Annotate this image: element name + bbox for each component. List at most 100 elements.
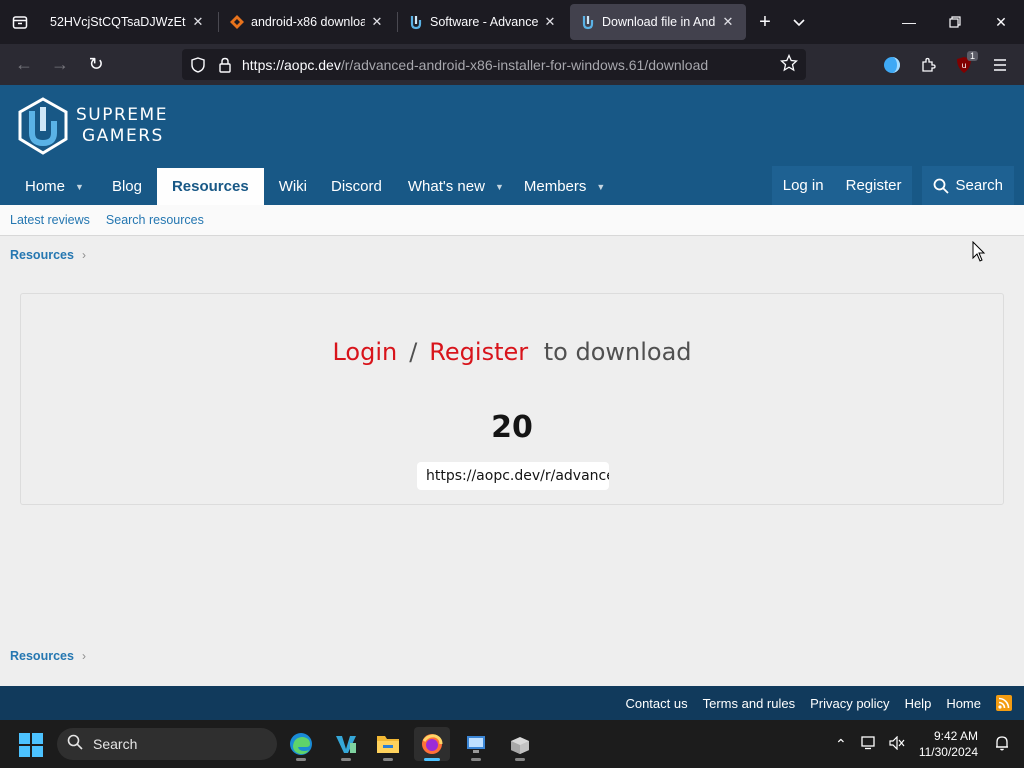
search-button[interactable]: Search xyxy=(922,166,1014,205)
system-clock[interactable]: 9:42 AM 11/30/2024 xyxy=(919,728,978,760)
system-tray: ⌃ 9:42 AM 11/30/2024 xyxy=(827,720,1024,768)
caret-down-icon[interactable]: ▼ xyxy=(596,182,605,192)
nav-discord[interactable]: Discord xyxy=(317,168,392,205)
remote-desktop-icon[interactable] xyxy=(458,727,494,761)
download-link-field[interactable]: https://aopc.dev/r/advanced-android-x86-… xyxy=(417,462,609,490)
caret-down-icon[interactable]: ▼ xyxy=(495,182,504,192)
close-icon[interactable]: ✕ xyxy=(720,14,736,30)
browser-tab-2[interactable]: android-x86 download ✕ xyxy=(219,4,395,40)
tray-display-icon[interactable] xyxy=(855,735,883,753)
footer-terms-link[interactable]: Terms and rules xyxy=(703,696,795,711)
breadcrumb: Resources › xyxy=(10,248,86,262)
search-group[interactable]: Search xyxy=(922,166,1014,205)
search-resources-link[interactable]: Search resources xyxy=(106,213,204,227)
tab-list-chevron-icon[interactable] xyxy=(782,0,816,44)
browser-tab-4-active[interactable]: Download file in Andro ✕ xyxy=(570,4,746,40)
tab-overview-icon[interactable] xyxy=(0,0,40,44)
app-indicator xyxy=(296,758,306,761)
taskbar-search-label: Search xyxy=(93,736,138,752)
nav-home[interactable]: Home ▼ xyxy=(0,168,94,205)
nav-whats-new[interactable]: What's new ▼ xyxy=(392,168,514,205)
new-tab-icon[interactable]: + xyxy=(748,0,782,44)
windows-taskbar: Search ⌃ 9:42 AM 11/30/2024 xyxy=(0,720,1024,768)
url-bar[interactable]: https://aopc.dev/r/advanced-android-x86-… xyxy=(182,49,806,80)
ublock-shield-icon[interactable]: u 1 xyxy=(946,49,982,81)
visual-studio-icon[interactable] xyxy=(328,727,364,761)
site-logo[interactable]: SUPREME GAMERS xyxy=(16,96,186,156)
nav-label: Resources xyxy=(171,178,249,195)
back-arrow-icon[interactable]: ← xyxy=(6,49,42,81)
download-prompt: Login / Register to download xyxy=(21,338,1003,366)
countdown-counter: 20 xyxy=(491,410,533,445)
extensions-puzzle-icon[interactable] xyxy=(910,49,946,81)
minimize-icon[interactable]: — xyxy=(886,0,932,44)
rss-icon[interactable] xyxy=(996,695,1012,711)
account-circle-icon[interactable] xyxy=(874,49,910,81)
nav-wiki[interactable]: Wiki xyxy=(264,168,317,205)
file-explorer-icon[interactable] xyxy=(370,727,406,761)
tab-title: android-x86 download xyxy=(251,15,365,29)
clock-date: 11/30/2024 xyxy=(918,745,978,759)
notification-bell-icon[interactable] xyxy=(988,735,1016,754)
edge-browser-icon[interactable] xyxy=(283,727,319,761)
svg-text:u: u xyxy=(961,61,966,70)
footer-privacy-link[interactable]: Privacy policy xyxy=(810,696,889,711)
footer-home-link[interactable]: Home xyxy=(946,696,981,711)
tracking-shield-icon[interactable] xyxy=(190,56,206,73)
nav-label: Wiki xyxy=(278,178,308,195)
login-to-download-link[interactable]: Login xyxy=(332,338,397,366)
download-block: Login / Register to download 20 https://ao… xyxy=(20,293,1004,505)
nav-label: Members xyxy=(523,178,587,195)
tray-volume-muted-icon[interactable] xyxy=(883,735,911,753)
tray-chevron-up-icon[interactable]: ⌃ xyxy=(827,736,855,753)
supreme-gamers-logo-icon xyxy=(18,97,68,155)
window-controls: — ✕ xyxy=(886,0,1024,44)
nav-label: Home xyxy=(25,178,66,195)
close-icon[interactable]: ✕ xyxy=(369,14,385,30)
register-link[interactable]: Register xyxy=(835,166,913,205)
url-path: /r/advanced-android-x86-installer-for-wi… xyxy=(340,56,709,73)
search-icon xyxy=(934,178,950,194)
account-nav: Log in Register Search xyxy=(762,166,1014,205)
search-label: Search xyxy=(955,177,1003,194)
nav-blog[interactable]: Blog xyxy=(94,168,152,205)
nav-label: What's new xyxy=(407,178,485,195)
latest-reviews-link[interactable]: Latest reviews xyxy=(10,213,90,227)
separator-slash: / xyxy=(409,338,418,366)
nav-label: Blog xyxy=(111,178,142,195)
caret-down-icon[interactable]: ▼ xyxy=(75,182,84,192)
browser-toolbar: ← → ↻ https://aopc.dev/r/advanced-androi… xyxy=(0,44,1024,85)
site-footer: Contact us Terms and rules Privacy polic… xyxy=(0,686,1024,720)
bookmark-star-icon[interactable] xyxy=(779,53,799,77)
mouse-cursor-icon xyxy=(972,240,986,268)
footer-help-link[interactable]: Help xyxy=(905,696,932,711)
lock-icon[interactable] xyxy=(218,57,232,73)
footer-contact-link[interactable]: Contact us xyxy=(625,696,687,711)
taskbar-search[interactable]: Search xyxy=(57,728,277,760)
close-window-icon[interactable]: ✕ xyxy=(978,0,1024,44)
register-to-download-link[interactable]: Register xyxy=(429,338,528,366)
breadcrumb-resources-link[interactable]: Resources xyxy=(10,248,74,262)
close-icon[interactable]: ✕ xyxy=(190,14,206,30)
site-header: SUPREME GAMERS Home ▼ Blog Resources Wiki… xyxy=(0,85,1024,205)
reload-icon[interactable]: ↻ xyxy=(78,49,114,81)
extension-badge: 1 xyxy=(966,50,978,61)
app-indicator xyxy=(341,758,351,761)
login-link[interactable]: Log in xyxy=(772,166,835,205)
download-suffix: to download xyxy=(543,338,692,366)
nav-members[interactable]: Members ▼ xyxy=(514,168,615,205)
installer-box-icon[interactable] xyxy=(502,727,538,761)
tab-bar: 52HVcjStCQTsaDJWzEt946.j ✕ android-x86 d… xyxy=(0,0,1024,44)
tab-title: Download file in Andro xyxy=(602,15,716,29)
browser-tab-3[interactable]: Software - Advanced A ✕ xyxy=(398,4,568,40)
forward-arrow-icon[interactable]: → xyxy=(42,49,78,81)
close-icon[interactable]: ✕ xyxy=(542,14,558,30)
nav-resources[interactable]: Resources xyxy=(156,168,264,205)
tab-title: 52HVcjStCQTsaDJWzEt946.j xyxy=(50,15,186,29)
browser-tab-1[interactable]: 52HVcjStCQTsaDJWzEt946.j ✕ xyxy=(40,4,216,40)
windows-start-icon[interactable] xyxy=(19,733,43,757)
restore-icon[interactable] xyxy=(932,0,978,44)
firefox-icon[interactable] xyxy=(414,727,450,761)
hamburger-menu-icon[interactable] xyxy=(982,49,1018,81)
breadcrumb-resources-link[interactable]: Resources xyxy=(10,649,74,663)
